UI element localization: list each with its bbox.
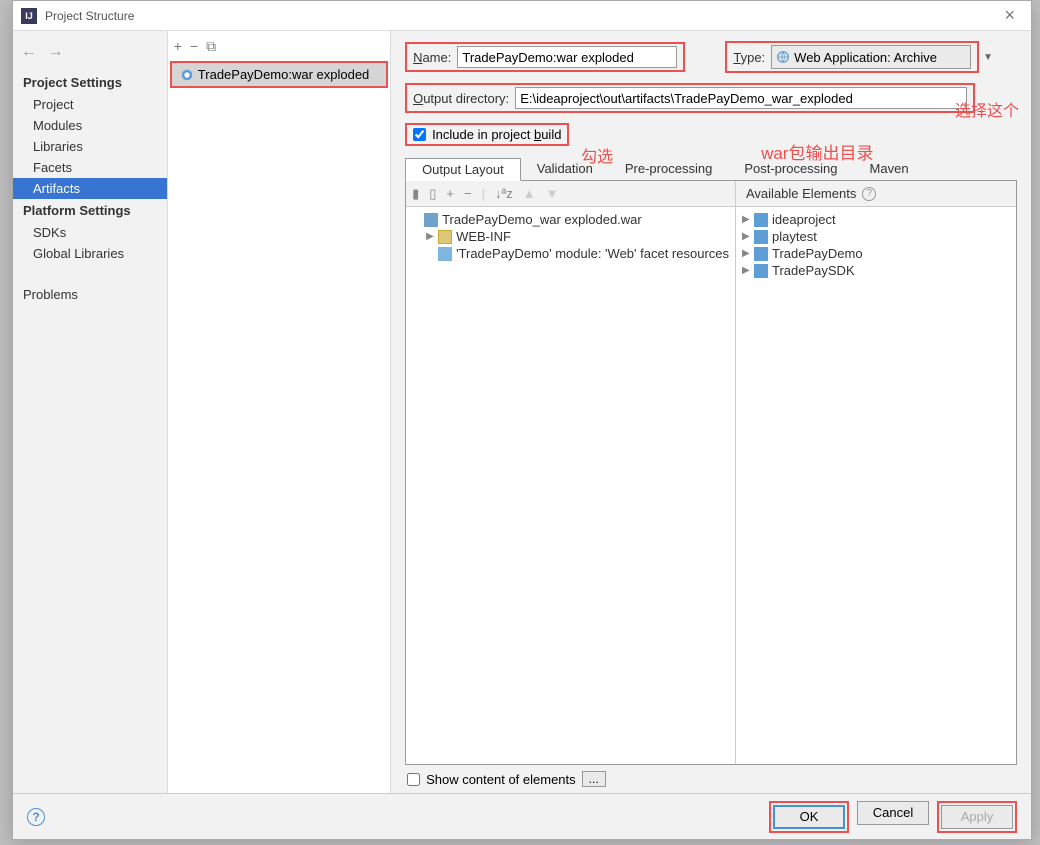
show-content-label: Show content of elements [426,772,576,787]
name-label: Name: [413,50,451,65]
tree-label: 'TradePayDemo' module: 'Web' facet resou… [456,246,729,261]
nav-project[interactable]: Project [13,94,167,115]
available-header-label: Available Elements [746,186,856,201]
item-label: TradePaySDK [772,263,855,278]
tree-row: ▶ WEB-INF [412,228,729,245]
module-icon [754,230,768,244]
module-icon [754,213,768,227]
apply-button[interactable]: Apply [941,805,1013,829]
project-structure-dialog: IJ Project Structure × ← → Project Setti… [12,0,1032,840]
artifact-list-panel: + − ⧉ TradePayDemo:war exploded [168,31,391,793]
window-title: Project Structure [45,9,134,23]
include-build-checkbox[interactable] [413,128,426,141]
folder-icon [438,230,452,244]
available-elements-panel: Available Elements ? ▶ideaproject ▶playt… [736,181,1016,764]
down-icon[interactable]: ▼ [546,186,559,201]
nav-libraries[interactable]: Libraries [13,136,167,157]
up-icon[interactable]: ▲ [523,186,536,201]
more-button[interactable]: ... [582,771,606,787]
copy-icon[interactable]: ⧉ [206,38,216,55]
type-label: Type: [733,50,765,65]
help-icon[interactable]: ? [862,187,876,201]
list-item: ▶TradePayDemo [742,245,1010,262]
remove-item-icon[interactable]: − [464,186,472,201]
available-tree[interactable]: ▶ideaproject ▶playtest ▶TradePayDemo ▶Tr… [736,207,1016,283]
output-tree[interactable]: TradePayDemo_war exploded.war ▶ WEB-INF [406,207,735,266]
artifact-toolbar: + − ⧉ [168,31,390,61]
tree-label: WEB-INF [456,229,511,244]
facet-icon [438,247,452,261]
list-item: ▶ideaproject [742,211,1010,228]
item-label: playtest [772,229,817,244]
help-button[interactable]: ? [27,808,45,826]
nav-sdks[interactable]: SDKs [13,222,167,243]
chevron-down-icon[interactable]: ▼ [983,52,993,63]
annotation-war-output: war包输出目录 [761,139,873,164]
type-select[interactable]: Web Application: Archive [771,45,971,69]
artifact-item-label: TradePayDemo:war exploded [198,67,370,82]
footer: ? OK Cancel Apply [13,793,1031,839]
section-project-settings: Project Settings [13,71,167,94]
back-icon[interactable]: ← [21,43,37,60]
module-icon [754,247,768,261]
expander-icon[interactable]: ▶ [426,231,438,242]
tree-label: TradePayDemo_war exploded.war [442,212,642,227]
cancel-button[interactable]: Cancel [857,801,929,825]
show-content-checkbox[interactable] [407,773,420,786]
section-platform-settings: Platform Settings [13,199,167,222]
ok-button[interactable]: OK [773,805,845,829]
new-file-icon[interactable]: ▯ [429,186,436,202]
tree-row: TradePayDemo_war exploded.war [412,211,729,228]
name-input[interactable] [457,46,677,68]
type-value: Web Application: Archive [794,50,937,65]
output-dir-input[interactable] [515,87,967,109]
available-header: Available Elements ? [736,181,1016,207]
tab-output-layout[interactable]: Output Layout [405,158,521,181]
forward-icon[interactable]: → [47,43,63,60]
list-item: ▶playtest [742,228,1010,245]
add-icon[interactable]: + [174,38,182,54]
show-content-row: Show content of elements ... [405,765,1017,793]
item-label: ideaproject [772,212,836,227]
sort-icon[interactable]: ↓ªz [495,186,513,201]
include-build-label: Include in project build [432,127,561,142]
list-item: ▶TradePaySDK [742,262,1010,279]
web-icon [776,50,790,64]
remove-icon[interactable]: − [190,38,198,54]
artifact-icon [180,68,194,82]
nav-problems[interactable]: Problems [13,284,167,305]
module-icon [754,264,768,278]
output-dir-label: Output directory: [413,91,509,106]
annotation-check: 勾选 [581,143,613,167]
artifact-item-selected[interactable]: TradePayDemo:war exploded [170,61,388,88]
titlebar: IJ Project Structure × [13,1,1031,31]
sidebar: ← → Project Settings Project Modules Lib… [13,31,168,793]
nav-facets[interactable]: Facets [13,157,167,178]
nav-artifacts[interactable]: Artifacts [13,178,167,199]
war-icon [424,213,438,227]
layout-toolbar: ▮ ▯ + − | ↓ªz ▲ ▼ [406,181,735,207]
nav-arrows: ← → [13,39,167,71]
output-layout-area: ▮ ▯ + − | ↓ªz ▲ ▼ TradePayDemo_war ex [405,181,1017,765]
main-panel: Name: Type: Web Application: Archive ▼ [391,31,1031,793]
tabs: Output Layout Validation Pre-processing … [405,158,1017,181]
tree-row: 'TradePayDemo' module: 'Web' facet resou… [412,245,729,262]
output-tree-panel: ▮ ▯ + − | ↓ªz ▲ ▼ TradePayDemo_war ex [406,181,736,764]
annotation-select-this: 选择这个 [955,97,1019,121]
close-icon[interactable]: × [996,5,1023,26]
new-folder-icon[interactable]: ▮ [412,186,419,202]
add-copy-icon[interactable]: + [446,186,454,201]
tab-pre-processing[interactable]: Pre-processing [609,158,728,180]
nav-modules[interactable]: Modules [13,115,167,136]
nav-global-libraries[interactable]: Global Libraries [13,243,167,264]
app-icon: IJ [21,8,37,24]
item-label: TradePayDemo [772,246,863,261]
